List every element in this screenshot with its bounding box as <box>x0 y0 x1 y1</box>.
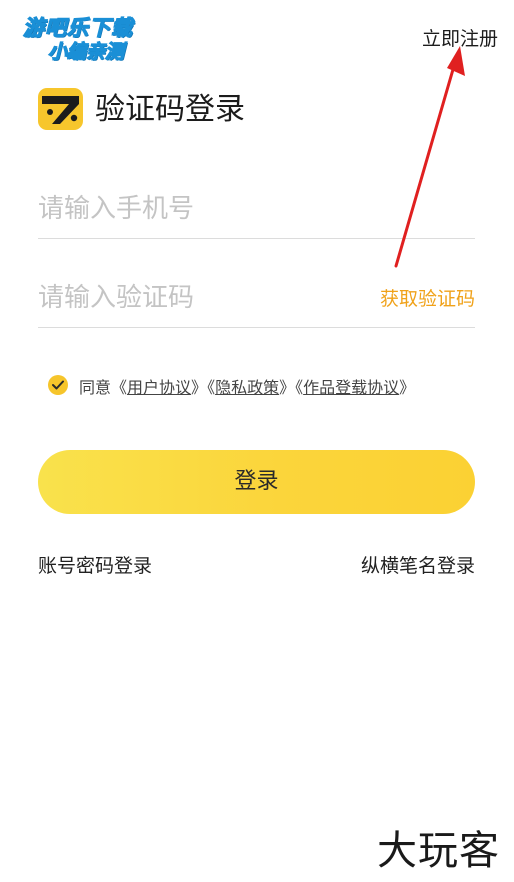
annotation-arrow-icon <box>394 46 465 268</box>
code-input[interactable] <box>38 275 358 321</box>
password-login-link[interactable]: 账号密码登录 <box>38 551 152 578</box>
privacy-policy-link[interactable]: 隐私政策 <box>215 378 279 397</box>
penname-login-link[interactable]: 纵横笔名登录 <box>361 551 475 578</box>
publishing-agreement-link[interactable]: 作品登载协议 <box>303 378 399 397</box>
agreement-close-3: 》 <box>399 378 416 397</box>
watermark-line2: 小编亲测 <box>47 40 124 63</box>
login-button[interactable]: 登录 <box>38 450 475 514</box>
agreement-open-2: 《 <box>207 378 216 397</box>
phone-input[interactable] <box>38 186 358 232</box>
agreement-close-1: 》 <box>191 378 208 397</box>
page-title: 验证码登录 <box>95 92 245 127</box>
agreement-close-2: 》 <box>279 378 296 397</box>
agreement-open-3: 《 <box>295 378 304 397</box>
app-logo-icon <box>38 88 83 130</box>
watermark-badge: 游吧乐下载 小编亲测 <box>12 10 144 63</box>
agreement-prefix: 同意 <box>79 378 112 397</box>
agreement-text: 同意《用户协议》《隐私政策》《作品登载协议》 <box>79 374 415 398</box>
agreement-open-1: 《 <box>111 378 128 397</box>
agree-checkbox[interactable] <box>48 375 68 395</box>
get-code-button[interactable]: 获取验证码 <box>380 284 475 311</box>
check-icon <box>52 380 64 390</box>
brand-watermark: 大玩客 <box>377 828 500 874</box>
user-agreement-link[interactable]: 用户协议 <box>127 378 191 397</box>
